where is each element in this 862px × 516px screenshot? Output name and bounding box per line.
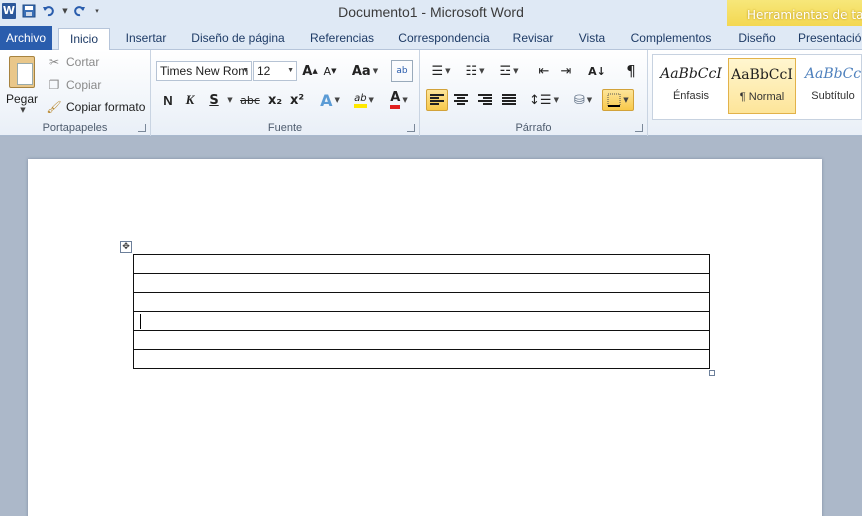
style-normal[interactable]: AaBbCcI ¶ Normal — [728, 58, 796, 114]
increase-indent-icon[interactable]: ⇥ — [556, 60, 576, 82]
align-right-icon[interactable] — [474, 89, 496, 111]
subscript-button[interactable]: x₂ — [265, 89, 285, 111]
styles-gallery: AaBbCcI Énfasis AaBbCcI ¶ Normal AaBbCc … — [652, 54, 862, 120]
align-center-icon[interactable] — [450, 89, 472, 111]
group-parrafo: ☰ ▼ ☷ ▼ ☲ ▼ ⇤ ⇥ A↓ ¶ ↕☰ ▼ ⛁ ▼ ▼ Párrafo — [420, 50, 648, 136]
text-cursor — [140, 313, 141, 329]
multilevel-list-icon[interactable]: ☲ ▼ — [494, 60, 524, 82]
table-resize-handle[interactable] — [709, 370, 715, 376]
table-row[interactable] — [133, 330, 710, 350]
table-row[interactable] — [133, 311, 710, 331]
borders-icon[interactable]: ▼ — [602, 89, 634, 111]
decrease-indent-icon[interactable]: ⇤ — [534, 60, 554, 82]
table-move-handle-icon[interactable]: ✥ — [120, 241, 132, 253]
table-cell[interactable] — [133, 254, 710, 274]
tab-vista[interactable]: Vista — [570, 28, 614, 50]
change-case-button[interactable]: Aa ▼ — [351, 60, 379, 82]
grow-font-icon[interactable]: A ▲ — [301, 60, 319, 82]
cut-button[interactable]: ✂ Cortar — [46, 52, 99, 72]
group-label-fuente: Fuente — [267, 122, 303, 134]
title-bar: W ▼ ▾ Documento1 - Microsoft Word Herram… — [0, 0, 862, 28]
copy-icon: ❐ — [48, 78, 60, 92]
contextual-tab-header: Herramientas de tabla — [727, 0, 862, 28]
align-left-icon[interactable] — [426, 89, 448, 111]
shrink-font-icon[interactable]: A ▼ — [321, 60, 339, 82]
scissors-icon: ✂ — [48, 55, 60, 69]
line-spacing-icon[interactable]: ↕☰ ▼ — [529, 89, 559, 111]
clipboard-launcher-icon[interactable] — [138, 124, 146, 132]
font-name-combo[interactable]: Times New Rom ▼ — [156, 61, 252, 81]
group-label-portapapeles: Portapapeles — [42, 122, 108, 134]
tab-presentacion[interactable]: Presentació — [798, 28, 862, 50]
tab-complementos[interactable]: Complementos — [626, 28, 716, 50]
superscript-button[interactable]: x² — [287, 89, 307, 111]
table-cell[interactable] — [133, 311, 710, 331]
tab-revisar[interactable]: Revisar — [508, 28, 558, 50]
table-cell[interactable] — [133, 273, 710, 293]
justify-icon[interactable] — [498, 89, 520, 111]
table-cell[interactable] — [133, 349, 710, 369]
paste-dropdown-icon[interactable]: ▼ — [6, 106, 40, 114]
tab-referencias[interactable]: Referencias — [304, 28, 380, 50]
group-label-parrafo: Párrafo — [515, 122, 552, 134]
tab-insertar[interactable]: Insertar — [118, 28, 174, 50]
style-subtitulo[interactable]: AaBbCc Subtítulo — [799, 58, 862, 114]
ribbon-tabs: Archivo Inicio Insertar Diseño de página… — [0, 26, 862, 76]
font-launcher-icon[interactable] — [407, 124, 415, 132]
sort-icon[interactable]: A↓ — [586, 60, 608, 82]
clear-formatting-icon[interactable]: ab — [391, 60, 413, 82]
underline-dropdown-icon[interactable]: ▼ — [225, 89, 233, 111]
document-table[interactable] — [133, 254, 710, 369]
table-cell[interactable] — [133, 330, 710, 350]
table-row[interactable] — [133, 254, 710, 274]
italic-button[interactable]: K — [181, 89, 199, 111]
font-color-button[interactable]: A ▼ — [385, 89, 413, 111]
paste-button[interactable]: Pegar ▼ — [4, 54, 40, 114]
format-painter-button[interactable]: 🖌 Copiar formato — [46, 97, 145, 117]
document-workspace[interactable]: ✥ — [0, 137, 862, 516]
tab-diseno[interactable]: Diseño — [734, 28, 780, 50]
tab-inicio[interactable]: Inicio — [58, 28, 110, 50]
group-portapapeles: Pegar ▼ ✂ Cortar ❐ Copiar 🖌 Copiar forma… — [0, 50, 151, 136]
font-name-dropdown-icon[interactable]: ▼ — [242, 62, 249, 80]
font-size-dropdown-icon[interactable]: ▼ — [287, 62, 294, 80]
group-fuente: Times New Rom ▼ 12 ▼ A ▲ A ▼ Aa ▼ ab N K S ▼ … — [151, 50, 420, 136]
font-size-combo[interactable]: 12 ▼ — [253, 61, 297, 81]
show-formatting-marks-icon[interactable]: ¶ — [620, 60, 642, 82]
ribbon: Pegar ▼ ✂ Cortar ❐ Copiar 🖌 Copiar forma… — [0, 50, 862, 136]
underline-button[interactable]: S — [205, 89, 223, 111]
tab-diseno-pagina[interactable]: Diseño de página — [184, 28, 292, 50]
table-cell[interactable] — [133, 292, 710, 312]
table-row[interactable] — [133, 292, 710, 312]
table-row[interactable] — [133, 273, 710, 293]
paragraph-launcher-icon[interactable] — [635, 124, 643, 132]
shading-icon[interactable]: ⛁ ▼ — [568, 89, 598, 111]
style-enfasis[interactable]: AaBbCcI Énfasis — [657, 58, 725, 114]
tab-archivo[interactable]: Archivo — [0, 26, 52, 50]
document-page[interactable]: ✥ — [28, 159, 822, 516]
text-effects-button[interactable]: A ▼ — [317, 89, 343, 111]
bold-button[interactable]: N — [159, 89, 177, 111]
table-row[interactable] — [133, 349, 710, 369]
tab-correspondencia[interactable]: Correspondencia — [392, 28, 496, 50]
clipboard-icon — [9, 56, 35, 88]
numbering-icon[interactable]: ☷ ▼ — [460, 60, 490, 82]
strikethrough-button[interactable]: abc — [237, 89, 263, 111]
highlight-button[interactable]: ab ▼ — [349, 89, 379, 111]
bullets-icon[interactable]: ☰ ▼ — [426, 60, 456, 82]
copy-button[interactable]: ❐ Copiar — [46, 75, 102, 95]
brush-icon: 🖌 — [46, 100, 62, 114]
